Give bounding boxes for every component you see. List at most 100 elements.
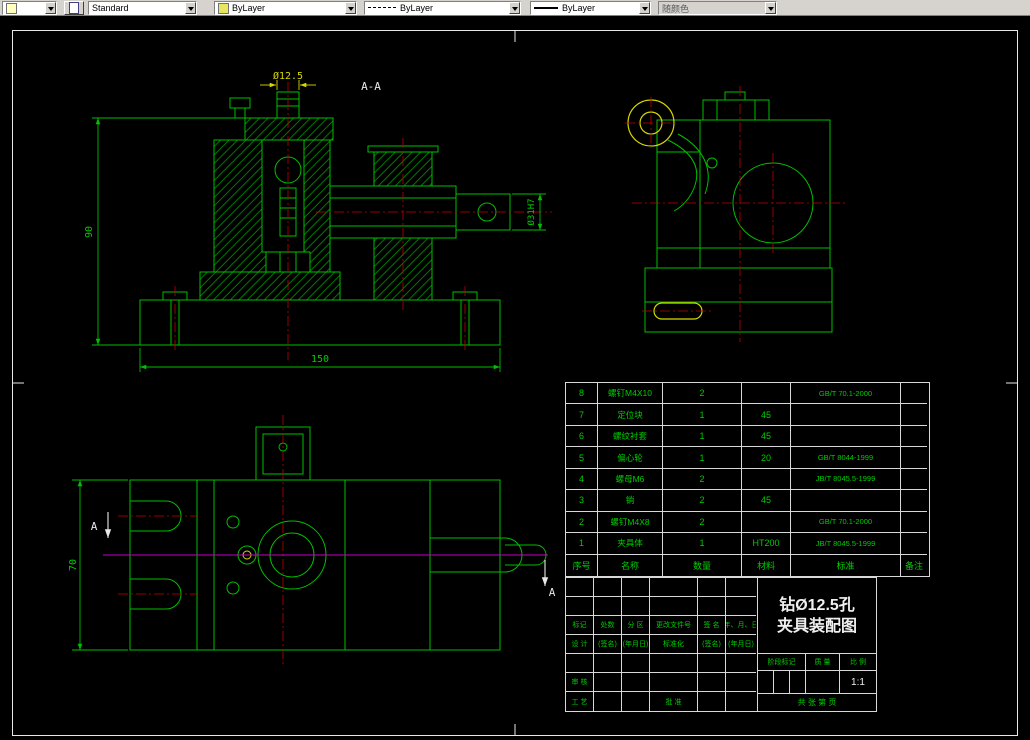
tb-label: 批 准 (650, 692, 698, 711)
bom-cell (901, 383, 927, 405)
bom-header-cell: 序号 (566, 554, 598, 576)
color-combo[interactable]: ByLayer (214, 1, 357, 15)
bom-cell: JB/T 8045.5-1999 (791, 533, 901, 555)
bom-cell (901, 490, 927, 512)
layer-combo[interactable] (2, 1, 57, 15)
bom-cell: 1 (663, 533, 742, 555)
tb-label: 工 艺 (566, 692, 594, 711)
document-icon (69, 2, 79, 14)
bom-cell: GB/T 70.1-2000 (791, 511, 901, 534)
top-dimension[interactable]: 70 (68, 479, 128, 651)
dim-70: 70 (68, 559, 79, 571)
tb-label: (签名) (594, 635, 622, 654)
bom-header-cell: 标准 (791, 554, 901, 576)
top-view[interactable] (129, 426, 547, 651)
bom-cell: 1 (566, 533, 598, 555)
text-style-value: Standard (92, 3, 129, 13)
bom-cell (742, 468, 791, 491)
front-view[interactable] (139, 91, 511, 346)
bom-cell (791, 490, 901, 512)
linetype-value: ByLayer (400, 3, 434, 13)
bom-cell (901, 512, 927, 534)
bom-cell: 定位块 (598, 404, 663, 426)
bom-cell (901, 404, 927, 426)
bom-cell (901, 469, 927, 491)
tb-label: (签名) (698, 635, 726, 654)
lineweight-combo[interactable]: ByLayer (530, 1, 651, 15)
bom-cell: 45 (742, 490, 791, 512)
dim-hole: Ø12.5 (273, 70, 303, 82)
bom-cell: 1 (663, 404, 742, 426)
bom-header-cell: 名称 (598, 554, 663, 576)
lineweight-value: ByLayer (562, 3, 596, 13)
tb-label: 标准化 (650, 635, 698, 654)
drawing-title: 钻Ø12.5孔 夹具装配图 (758, 578, 876, 654)
color-swatch-icon (218, 2, 229, 14)
chevron-down-icon[interactable] (639, 2, 650, 14)
linetype-sample-icon (368, 7, 396, 9)
bom-cell: 2 (566, 511, 598, 534)
plot-style-combo: 随颜色 (658, 1, 777, 15)
bom-cell: 偏心轮 (598, 447, 663, 469)
chevron-down-icon (765, 2, 776, 14)
lineweight-sample-icon (534, 7, 558, 9)
chevron-down-icon[interactable] (509, 2, 520, 14)
chevron-down-icon[interactable] (185, 2, 196, 14)
drawing-title-line1: 钻Ø12.5孔 (779, 596, 855, 614)
tb-label: 处数 (594, 616, 622, 635)
tb-label: 标记 (566, 616, 594, 635)
scale-value: 1:1 (851, 676, 865, 688)
text-style-button[interactable] (64, 1, 84, 15)
bom-cell: 20 (742, 447, 791, 469)
plot-style-value: 随颜色 (662, 3, 690, 14)
bom-cell: 1 (663, 447, 742, 469)
title-block: 标记 处数 分 区 更改文件号 签 名 年、月、日 设 计 (签名) (年月日)… (565, 577, 877, 712)
bom-cell (742, 383, 791, 405)
dim-bore: Ø31H7 (526, 198, 537, 225)
bom-cell (901, 533, 927, 555)
bom-cell: 2 (663, 383, 742, 405)
bom-cell: 8 (566, 383, 598, 405)
chevron-down-icon[interactable] (45, 2, 56, 14)
tb-label: 签 名 (698, 616, 726, 635)
bom-cell: 4 (566, 468, 598, 491)
text-style-combo[interactable]: Standard (88, 1, 197, 15)
bom-cell: GB/T 70.1-2000 (791, 383, 901, 405)
bom-cell: 螺纹衬套 (598, 425, 663, 448)
chevron-down-icon[interactable] (345, 2, 356, 14)
bom-cell (791, 404, 901, 426)
tb-label: 分 区 (622, 616, 650, 635)
section-letter-right: A (549, 586, 556, 599)
bom-cell: 2 (663, 511, 742, 534)
bom-cell: JB/T 8045.5-1999 (791, 468, 901, 491)
sheet-count: 共 张 第 页 (797, 698, 837, 707)
bom-cell: 螺钉M4X10 (598, 383, 663, 405)
title-block-main-area: 钻Ø12.5孔 夹具装配图 阶段标记 质 量 比 例 1:1 共 张 第 页 (757, 577, 877, 712)
section-label[interactable]: A-A (361, 80, 381, 93)
layer-icon (6, 2, 17, 14)
bom-table[interactable]: 8 螺钉M4X10 2 GB/T 70.1-2000 7 定位块 1 45 6 … (565, 382, 930, 577)
bom-cell: 夹具体 (598, 533, 663, 555)
title-block-revision-area: 标记 处数 分 区 更改文件号 签 名 年、月、日 设 计 (签名) (年月日)… (565, 577, 757, 712)
linetype-combo[interactable]: ByLayer (364, 1, 521, 15)
tb-label: 比 例 (850, 659, 866, 666)
bom-header-cell: 材料 (742, 554, 791, 576)
object-properties-toolbar: Standard ByLayer ByLayer ByLayer 随颜色 (0, 0, 1030, 16)
bom-cell: 螺钉M4X8 (598, 511, 663, 534)
top-centerlines (118, 415, 284, 666)
bom-cell (901, 426, 927, 448)
bom-cell: HT200 (742, 533, 791, 555)
tb-label: 年、月、日 (726, 616, 756, 635)
dim-90: 90 (84, 226, 95, 238)
eccentric-handle-highlight[interactable] (627, 99, 703, 320)
tb-label: 更改文件号 (650, 616, 698, 635)
bom-cell: GB/T 8044-1999 (791, 447, 901, 469)
bom-cell: 45 (742, 425, 791, 448)
tb-label: (年月日) (726, 635, 756, 654)
bom-cell: 7 (566, 404, 598, 426)
bom-cell: 6 (566, 425, 598, 448)
dim-150: 150 (311, 354, 329, 365)
color-value: ByLayer (232, 3, 266, 13)
bom-cell: 销 (598, 490, 663, 512)
bom-header-cell: 数量 (663, 554, 742, 576)
